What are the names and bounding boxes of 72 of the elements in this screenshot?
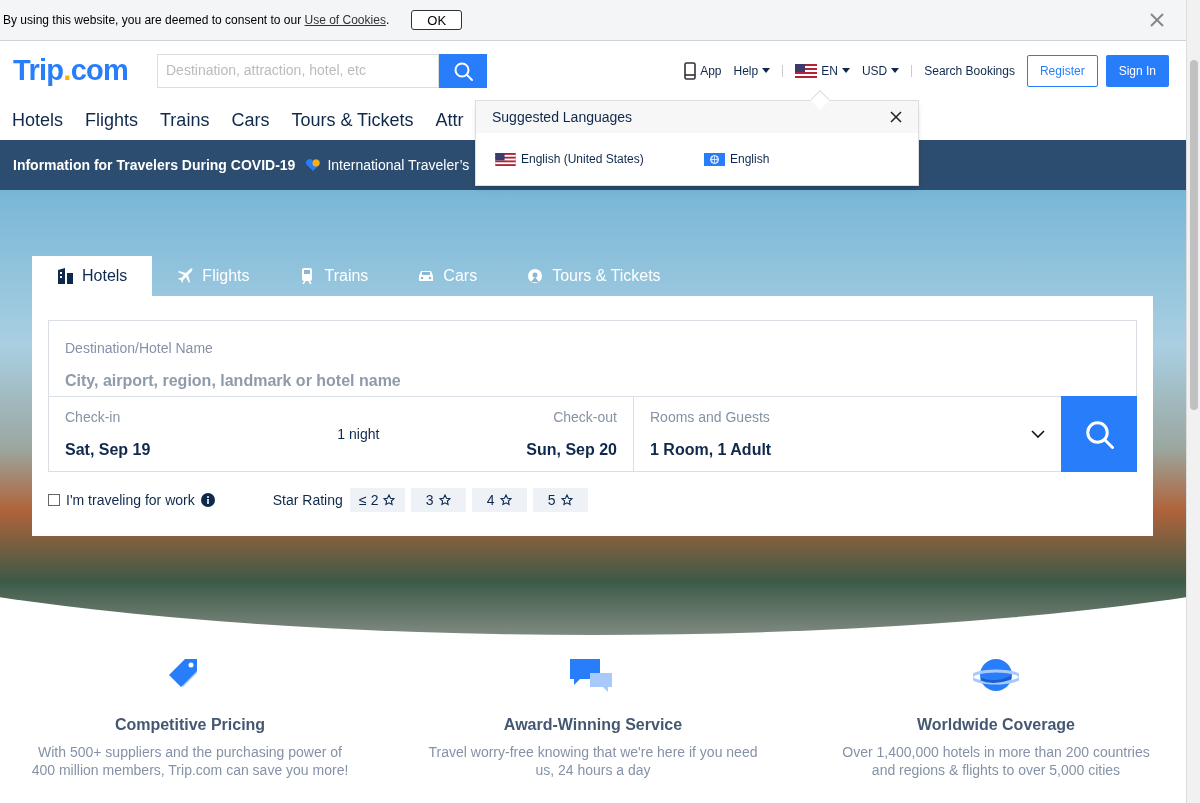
header-link[interactable]: Help — [733, 61, 771, 80]
date-value: Sat, Sep 19 — [65, 439, 151, 460]
search-button[interactable] — [1061, 396, 1137, 472]
header-link[interactable]: EN — [795, 61, 850, 80]
flag-icon — [795, 63, 818, 78]
field-label: Check-out — [553, 407, 617, 427]
destination-field[interactable]: City, airport, region, landmark or hotel name — [65, 369, 1120, 393]
date-picker[interactable]: Check-in Sat, Sep 19 1 night Check-out Sun, Sep 20 — [49, 397, 634, 471]
star-icon — [383, 494, 396, 506]
nights-count: 1 night — [336, 424, 380, 444]
car-icon — [418, 268, 436, 284]
ok-button[interactable]: OK — [411, 10, 463, 30]
sign-in-button[interactable]: Sign In — [1105, 54, 1169, 87]
field-label: Rooms and Guests — [650, 407, 771, 427]
caret-icon — [762, 68, 771, 73]
cookie-policy-link[interactable]: Use of Cookies — [304, 13, 386, 27]
nav-link[interactable]: Cars — [231, 106, 270, 134]
banner-link[interactable]: International Traveler’s — [327, 154, 470, 176]
guests-selector[interactable]: Rooms and Guests 1 Room, 1 Adult — [634, 397, 1061, 471]
nav-link[interactable]: Tours & Tickets — [291, 106, 414, 134]
star-filter[interactable]: 4 — [471, 488, 527, 512]
popup-title: Suggested Languages — [492, 107, 633, 127]
phone-icon — [684, 61, 697, 80]
nav-link[interactable]: Attr — [435, 106, 464, 134]
search-tab[interactable]: Hotels — [32, 256, 153, 296]
cookie-notice: By using this website, you are deemed to consent to our Use of Cookies. — [3, 12, 390, 29]
star-icon — [438, 494, 451, 506]
search-button[interactable] — [439, 53, 487, 88]
caret-icon — [891, 68, 900, 73]
heart-icon — [305, 158, 322, 172]
globe-icon — [704, 152, 725, 166]
field-label: Destination/Hotel Name — [65, 339, 214, 358]
star-rating-label: Star Rating — [272, 490, 343, 510]
register-button[interactable]: Register — [1026, 54, 1098, 87]
language-option[interactable]: English — [704, 150, 770, 168]
flag-icon — [495, 152, 516, 166]
banner-title: Information for Travelers During COVID-19 — [13, 155, 296, 175]
search-icon — [1084, 419, 1114, 449]
language-option[interactable]: English (United States) — [495, 150, 704, 168]
field-label: Check-in — [65, 407, 122, 427]
building-icon — [57, 268, 74, 284]
close-icon[interactable] — [890, 111, 902, 123]
star-icon — [499, 494, 512, 506]
star-filter[interactable]: 5 — [532, 488, 588, 512]
star-filter[interactable]: ≤ 2 — [349, 488, 405, 512]
checkbox-label: I'm traveling for work — [66, 490, 195, 510]
feature-description: Travel worry-free knowing that we're here if you need us, 24 hours a day — [428, 743, 758, 779]
star-icon — [560, 494, 573, 506]
attraction-icon — [527, 268, 545, 284]
airplane-icon — [177, 268, 195, 284]
caret-icon — [841, 68, 850, 73]
chevron-down-icon — [1031, 430, 1045, 438]
nav-link[interactable]: Hotels — [12, 106, 64, 134]
scrollbar[interactable] — [1186, 0, 1200, 803]
feature-description: With 500+ suppliers and the purchasing power of 400 million members, Trip.com can save you more! — [30, 743, 350, 779]
feature-title: Award-Winning Service — [503, 715, 683, 735]
logo[interactable]: Trip.com — [13, 56, 157, 85]
info-icon — [200, 493, 215, 507]
search-icon — [453, 60, 473, 81]
feature-title: Competitive Pricing — [114, 715, 266, 735]
feature-description: Over 1,400,000 hotels in more than 200 countries and regions & flights to over 5,000 cities — [841, 743, 1151, 779]
header-link[interactable]: App — [684, 61, 722, 80]
star-filter[interactable]: 3 — [410, 488, 466, 512]
search-field[interactable]: Destination, attraction, hotel, etc — [157, 53, 439, 88]
header-link[interactable]: USD — [861, 61, 900, 80]
feature-title: Worldwide Coverage — [917, 715, 1075, 735]
checkbox[interactable] — [48, 494, 60, 506]
nav-link[interactable]: Flights — [85, 106, 139, 134]
date-value: Sun, Sep 20 — [526, 439, 617, 460]
nav-link[interactable]: Trains — [160, 106, 210, 134]
guests-value: 1 Room, 1 Adult — [650, 439, 772, 460]
header-link[interactable]: Search Bookings — [924, 61, 1015, 80]
